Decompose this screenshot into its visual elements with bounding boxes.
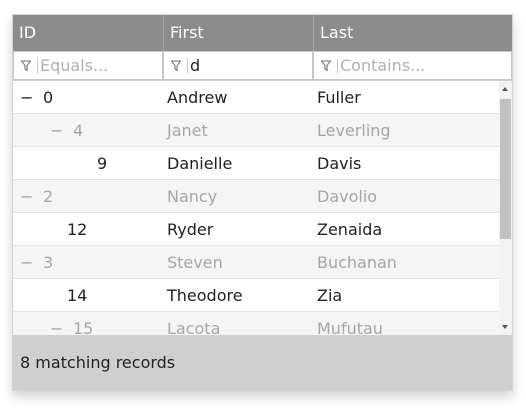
cell-last: Buchanan [317, 253, 397, 272]
cell-id: 14 [67, 286, 88, 305]
scroll-down-arrow-icon[interactable] [502, 325, 508, 329]
grid-header: ID First Last [13, 15, 512, 51]
filter-row: Equals... d Contains... [13, 51, 512, 81]
table-row[interactable]: − 2 Nancy Davolio [13, 180, 499, 213]
cell-last: Leverling [317, 121, 391, 140]
cell-last: Davolio [317, 187, 378, 206]
filter-funnel-icon[interactable] [21, 60, 31, 72]
cell-id: 0 [43, 88, 54, 107]
table-row[interactable]: − 3 Steven Buchanan [13, 246, 499, 279]
tree-grid: ID First Last Equals... d Contains... − … [12, 14, 513, 391]
first-filter-input[interactable]: d [190, 52, 200, 79]
cell-first: Janet [167, 121, 208, 140]
filter-funnel-icon[interactable] [171, 60, 181, 72]
last-filter-cell: Contains... [313, 51, 512, 80]
cell-first: Nancy [167, 187, 218, 206]
column-header-first[interactable]: First [163, 15, 313, 51]
table-row[interactable]: − 4 Janet Leverling [13, 114, 499, 147]
grid-footer: 8 matching records [13, 335, 512, 390]
grid-body: − 0 Andrew Fuller − 4 Janet Leverling 9 … [13, 81, 499, 335]
collapse-toggle[interactable]: − [20, 246, 33, 279]
table-row[interactable]: − 0 Andrew Fuller [13, 81, 499, 114]
cell-id: 3 [43, 253, 54, 272]
scrollbar-thumb[interactable] [500, 99, 511, 239]
scroll-up-arrow-icon[interactable] [502, 87, 508, 91]
cell-first: Danielle [167, 154, 233, 173]
cell-last: Davis [317, 154, 362, 173]
table-row[interactable]: 9 Danielle Davis [13, 147, 499, 180]
last-filter-input[interactable]: Contains... [340, 52, 425, 79]
cell-first: Theodore [167, 286, 243, 305]
cell-first: Andrew [167, 88, 228, 107]
id-filter-cell: Equals... [13, 51, 163, 80]
cell-id: 4 [73, 121, 84, 140]
filter-funnel-icon[interactable] [321, 60, 331, 72]
column-header-last[interactable]: Last [313, 15, 512, 51]
cell-first: Steven [167, 253, 223, 272]
cell-last: Fuller [317, 88, 361, 107]
collapse-toggle[interactable]: − [20, 81, 33, 114]
collapse-toggle[interactable]: − [50, 114, 63, 147]
table-row[interactable]: 14 Theodore Zia [13, 279, 499, 312]
table-row[interactable]: 12 Ryder Zenaida [13, 213, 499, 246]
cell-last: Zia [317, 286, 343, 305]
cell-last: Mufutau [317, 319, 383, 335]
cell-id: 15 [73, 319, 94, 335]
filter-separator [337, 58, 338, 74]
cell-last: Zenaida [317, 220, 383, 239]
id-filter-input[interactable]: Equals... [40, 52, 108, 79]
filter-separator [37, 58, 38, 74]
cell-id: 9 [97, 154, 108, 173]
column-header-id[interactable]: ID [13, 15, 163, 51]
matching-records-count: 8 matching records [20, 353, 176, 372]
filter-separator [187, 58, 188, 74]
cell-first: Ryder [167, 220, 214, 239]
cell-id: 2 [43, 187, 54, 206]
collapse-toggle[interactable]: − [20, 180, 33, 213]
vertical-scrollbar[interactable] [499, 81, 512, 335]
table-row[interactable]: − 15 Lacota Mufutau [13, 312, 499, 335]
cell-id: 12 [67, 220, 88, 239]
collapse-toggle[interactable]: − [50, 312, 63, 335]
first-filter-cell: d [163, 51, 313, 80]
cell-first: Lacota [167, 319, 221, 335]
